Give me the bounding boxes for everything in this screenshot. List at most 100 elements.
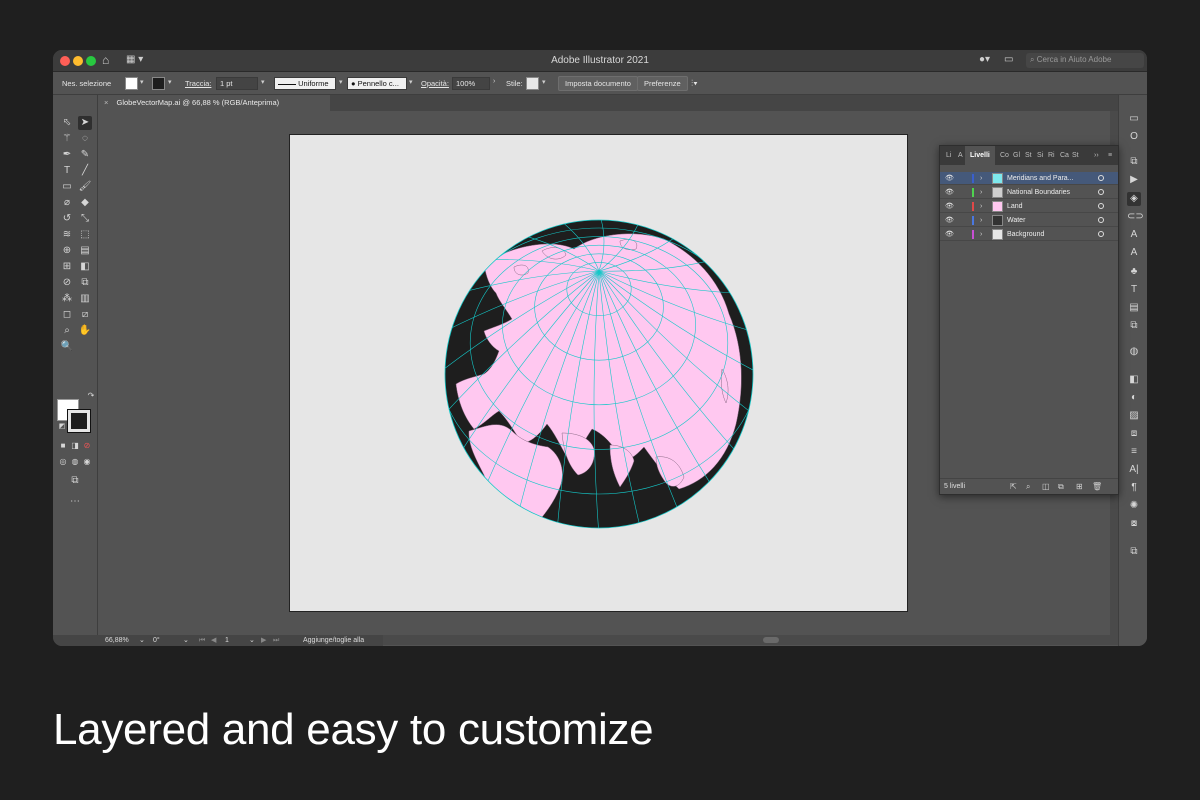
panel-tab-gl[interactable]: Gl xyxy=(1013,152,1020,159)
blend-tool-icon[interactable]: ⧉ xyxy=(78,276,92,290)
preferences-button[interactable]: Preferenze xyxy=(637,76,688,91)
fill-color-swatch[interactable] xyxy=(125,77,138,90)
visibility-eye-icon[interactable]: 👁 xyxy=(945,200,954,213)
brush-chevron-icon[interactable]: ▾ xyxy=(409,78,413,86)
expand-layer-icon[interactable]: › xyxy=(980,172,982,185)
rectangle-tool-icon[interactable]: ▭ xyxy=(60,180,74,194)
character-styles-panel-icon[interactable]: A xyxy=(1127,246,1141,260)
locate-object-icon[interactable]: ⌕ xyxy=(1026,479,1030,495)
color-guide-panel-icon[interactable]: ◍ xyxy=(1127,345,1141,359)
default-fill-stroke-icon[interactable]: ◩ xyxy=(55,420,69,434)
image-trace-panel-icon[interactable]: ▨ xyxy=(1127,409,1141,423)
opacity-field[interactable]: 100% xyxy=(452,77,490,90)
actions-panel-icon[interactable]: ▶ xyxy=(1127,173,1141,187)
brush-definition-select[interactable]: ● Pennello c... xyxy=(347,77,407,90)
stroke-panel-icon[interactable]: ≡ xyxy=(1127,445,1141,459)
stroke-weight-field[interactable]: 1 pt xyxy=(216,77,258,90)
shaper-tool-icon[interactable]: ⌀ xyxy=(60,196,74,210)
zoom-chevron-icon[interactable]: ⌄ xyxy=(139,635,145,646)
document-setup-button[interactable]: Imposta documento xyxy=(558,76,638,91)
paintbrush-tool-icon[interactable]: 🖌 xyxy=(78,180,92,194)
perspective-grid-tool-icon[interactable]: ▤ xyxy=(78,244,92,258)
panel-tab-st2[interactable]: St xyxy=(1072,152,1079,159)
curvature-tool-icon[interactable]: ✎ xyxy=(78,148,92,162)
transparency-panel-icon[interactable]: ◐ xyxy=(1127,391,1141,405)
character-panel-icon[interactable]: A| xyxy=(1127,463,1141,477)
panel-menu-icon[interactable]: ≡ xyxy=(1108,152,1112,159)
glyphs-panel-icon[interactable]: A xyxy=(1127,228,1141,242)
paragraph-panel-icon[interactable]: ¶ xyxy=(1127,481,1141,495)
fill-dropdown-chevron-icon[interactable]: ▾ xyxy=(140,78,144,86)
gradient-tool-icon[interactable]: ◧ xyxy=(78,260,92,274)
panel-tab-livelli[interactable]: Livelli xyxy=(965,146,995,165)
delete-layer-icon[interactable]: 🗑 xyxy=(1092,479,1102,495)
last-artboard-icon[interactable]: ⏭ xyxy=(273,635,279,646)
stroke-color-swatch[interactable] xyxy=(152,77,165,90)
stroke-weight-chevron-icon[interactable]: ▾ xyxy=(261,78,265,86)
eyedropper-tool-icon[interactable]: ⊘ xyxy=(60,276,74,290)
panel-tab-li[interactable]: Li xyxy=(946,152,951,159)
layer-row[interactable]: 👁 › Background xyxy=(940,228,1118,241)
account-icon[interactable]: ●▾ xyxy=(979,53,990,67)
panel-overflow-icon[interactable]: ›› xyxy=(1094,152,1099,159)
layer-name[interactable]: Background xyxy=(1007,228,1044,241)
eraser-tool-icon[interactable]: ◆ xyxy=(78,196,92,210)
stroke-dropdown-chevron-icon[interactable]: ▾ xyxy=(168,78,172,86)
links-panel-icon[interactable]: ⊂⊃ xyxy=(1127,210,1144,224)
appearance-panel-icon[interactable]: ✺ xyxy=(1127,499,1141,513)
panel-tab-ri[interactable]: Ri xyxy=(1048,152,1055,159)
arrange-documents-icon[interactable]: ⫶▾ xyxy=(691,78,698,89)
variable-width-profile-select[interactable]: Uniforme xyxy=(274,77,336,90)
layer-target-icon[interactable] xyxy=(1098,231,1104,237)
visibility-eye-icon[interactable]: 👁 xyxy=(945,186,954,199)
artboard-chevron-icon[interactable]: ⌄ xyxy=(249,635,255,646)
lasso-tool-icon[interactable]: ◌ xyxy=(78,132,92,146)
stroke-label[interactable]: Traccia: xyxy=(185,78,211,89)
opacity-chevron-icon[interactable]: › xyxy=(493,78,495,85)
draw-inside-icon[interactable]: ◉ xyxy=(80,455,94,469)
layer-name[interactable]: Water xyxy=(1007,214,1025,227)
layer-target-icon[interactable] xyxy=(1098,175,1104,181)
slice-tool-icon[interactable]: ⧄ xyxy=(78,308,92,322)
panel-tab-ca[interactable]: Ca xyxy=(1060,152,1069,159)
profile-chevron-icon[interactable]: ▾ xyxy=(339,78,343,86)
screen-mode-icon[interactable]: ⧉ xyxy=(68,474,82,488)
mesh-tool-icon[interactable]: ⊞ xyxy=(60,260,74,274)
direct-selection-tool-icon[interactable]: ➤ xyxy=(78,116,92,130)
symbol-sprayer-tool-icon[interactable]: ⁂ xyxy=(60,292,74,306)
symbols-panel-icon[interactable]: ♣ xyxy=(1127,265,1141,279)
zoom-magnifier-icon[interactable]: 🔍 xyxy=(60,340,74,354)
layer-row[interactable]: 👁 › Land xyxy=(940,200,1118,213)
swap-fill-stroke-icon[interactable]: ↷ xyxy=(84,389,98,403)
opacity-label[interactable]: Opacità: xyxy=(421,78,449,89)
none-mode-icon[interactable]: ⊘ xyxy=(80,439,94,453)
scale-tool-icon[interactable]: ⤡ xyxy=(78,212,92,226)
free-transform-tool-icon[interactable]: ⬚ xyxy=(78,228,92,242)
previous-artboard-icon[interactable]: ◀ xyxy=(211,635,216,646)
panel-toggle-icon[interactable]: ▭ xyxy=(1004,53,1013,67)
layer-name[interactable]: National Boundaries xyxy=(1007,186,1070,199)
rotate-tool-icon[interactable]: ↺ xyxy=(60,212,74,226)
edit-toolbar-icon[interactable]: ⋯ xyxy=(68,495,82,509)
line-tool-icon[interactable]: ╱ xyxy=(78,164,92,178)
zoom-tool-icon[interactable]: ⌕ xyxy=(60,324,74,338)
rotation-field[interactable]: 0° xyxy=(153,635,160,646)
visibility-eye-icon[interactable]: 👁 xyxy=(945,228,954,241)
rotation-chevron-icon[interactable]: ⌄ xyxy=(183,635,189,646)
panel-tab-co[interactable]: Co xyxy=(1000,152,1009,159)
expand-layer-icon[interactable]: › xyxy=(980,200,982,213)
globe-map[interactable] xyxy=(444,219,754,529)
horizontal-scroll-thumb[interactable] xyxy=(763,637,779,643)
panel-tab-si[interactable]: Si xyxy=(1037,152,1043,159)
layer-row[interactable]: 👁 › National Boundaries xyxy=(940,186,1118,199)
visibility-eye-icon[interactable]: 👁 xyxy=(945,172,954,185)
layer-target-icon[interactable] xyxy=(1098,203,1104,209)
width-tool-icon[interactable]: ≋ xyxy=(60,228,74,242)
pathfinder-panel-icon[interactable]: ⧈ xyxy=(1127,427,1141,441)
properties-panel-icon[interactable]: ▭ xyxy=(1127,112,1141,126)
panel-tab-a[interactable]: A xyxy=(958,152,963,159)
zoom-level-field[interactable]: 66,88% xyxy=(105,635,129,646)
document-tab[interactable]: × GlobeVectorMap.ai @ 66,88 % (RGB/Antep… xyxy=(98,95,330,111)
layer-target-icon[interactable] xyxy=(1098,189,1104,195)
export-icon[interactable]: ⇱ xyxy=(1010,479,1017,495)
